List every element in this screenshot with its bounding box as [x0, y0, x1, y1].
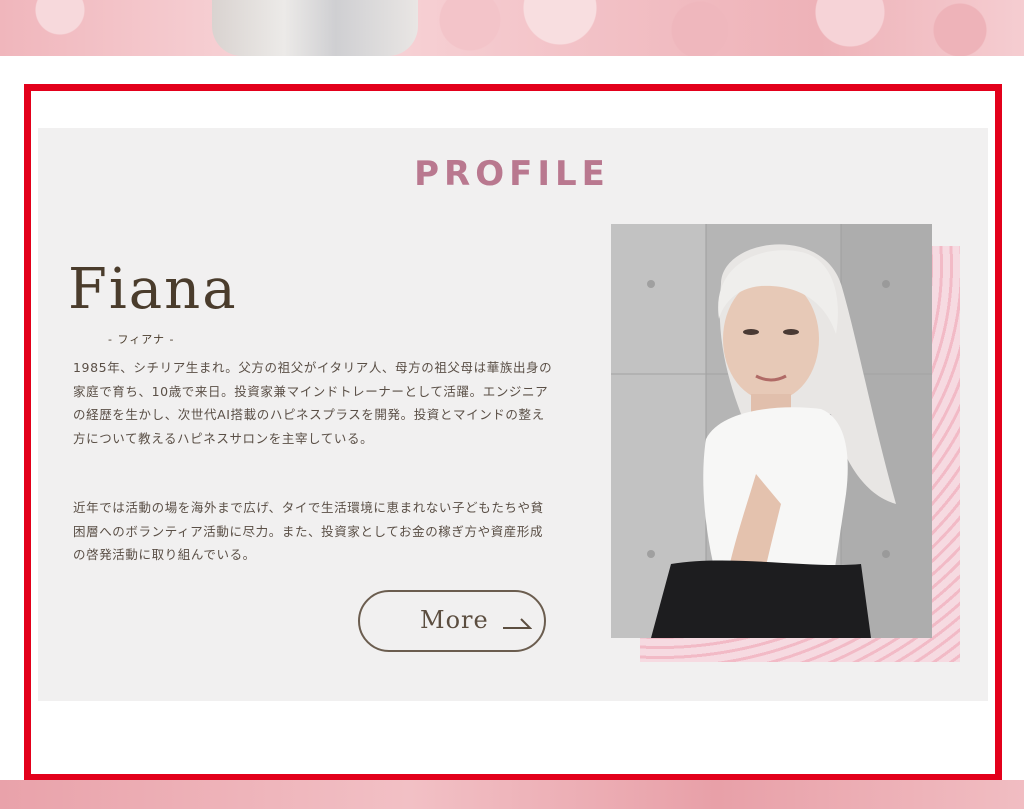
- more-button-label: More: [420, 606, 489, 634]
- bio-paragraph-2: 近年では活動の場を海外まで広げ、タイで生活環境に恵まれない子どもたちや貧困層への…: [73, 500, 544, 562]
- page: PROFILE Fiana - フィアナ - 1985年、シチリア生まれ。父方の…: [0, 0, 1024, 809]
- arrow-right-icon: [502, 615, 533, 634]
- section-title: PROFILE: [414, 154, 610, 194]
- profile-name: Fiana: [68, 257, 238, 322]
- more-button[interactable]: More: [358, 590, 546, 652]
- top-floral-banner: [0, 0, 1024, 56]
- banner-figure-image: [212, 0, 418, 56]
- bio-paragraph-1: 1985年、シチリア生まれ。父方の祖父がイタリア人、母方の祖父母は華族出身の家庭…: [73, 360, 553, 446]
- bottom-floral-strip: [0, 780, 1024, 809]
- portrait-photo: [611, 224, 932, 638]
- profile-name-kana: - フィアナ -: [108, 333, 175, 346]
